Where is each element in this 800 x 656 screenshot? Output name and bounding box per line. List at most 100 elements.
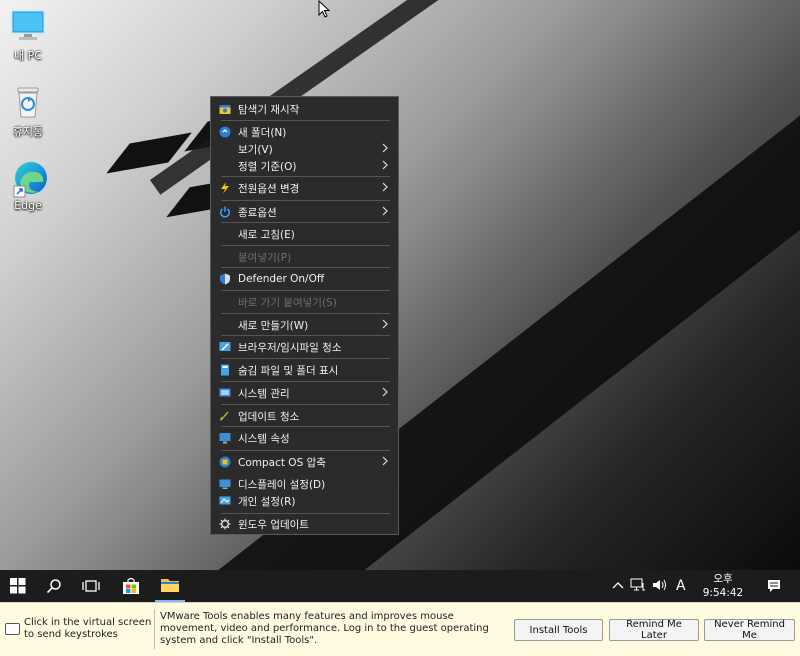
chevron-right-icon xyxy=(380,143,390,156)
desktop-icon-this-pc[interactable]: 내 PC xyxy=(0,8,56,63)
context-menu-item-label: 전원옵션 변경 xyxy=(238,182,300,195)
context-menu-item-label: 새로 만들기(W) xyxy=(238,319,309,332)
task-view-button[interactable] xyxy=(80,570,102,602)
menu-separator xyxy=(221,176,390,177)
chevron-right-icon xyxy=(380,160,390,173)
power-icon xyxy=(219,206,231,218)
explorer-restart-icon xyxy=(219,103,231,115)
context-menu-item: 바로 가기 붙여넣기(S) xyxy=(211,293,398,311)
empty-icon-slot xyxy=(219,319,231,331)
context-menu-item-label: 시스템 속성 xyxy=(238,432,290,445)
empty-icon-slot xyxy=(219,143,231,155)
file-explorer-button[interactable] xyxy=(155,570,185,602)
clock-time: 오후 9:54:42 xyxy=(702,573,744,599)
folder-icon xyxy=(161,579,179,592)
shield-icon xyxy=(219,273,231,285)
desktop-context-menu: 탐색기 재시작새 폴더(N) 보기(V) 정렬 기준(O) 전원옵션 변경종료옵션새로… xyxy=(210,96,399,535)
desktop-icon-label: 휴지통 xyxy=(12,125,44,138)
remind-me-later-button[interactable]: Remind Me Later xyxy=(609,619,699,641)
desktop-icon-label: Edge xyxy=(14,199,42,212)
network-icon[interactable] xyxy=(630,578,646,595)
chevron-right-icon xyxy=(380,182,390,195)
context-menu-item-label: 새로 고침(E) xyxy=(238,228,295,241)
menu-separator xyxy=(221,290,390,291)
empty-icon-slot xyxy=(219,296,231,308)
context-menu-item[interactable]: 전원옵션 변경 xyxy=(211,179,398,197)
start-button[interactable] xyxy=(4,570,32,602)
context-menu-item-label: 바로 가기 붙여넣기(S) xyxy=(238,296,337,309)
empty-icon-slot xyxy=(219,228,231,240)
never-remind-me-button[interactable]: Never Remind Me xyxy=(704,619,795,641)
context-menu-item[interactable]: 새 폴더(N) xyxy=(211,123,398,141)
empty-icon-slot xyxy=(219,160,231,172)
menu-separator xyxy=(221,222,390,223)
context-menu-item[interactable]: 보기(V) xyxy=(211,140,398,158)
menu-separator xyxy=(221,404,390,405)
vmware-hint-text: Click in the virtual screen to send keys… xyxy=(24,617,152,640)
lightning-icon xyxy=(219,182,231,194)
taskbar: A 오후 9:54:42 2022-02-05 xyxy=(0,570,800,613)
desktop[interactable]: 내 PC 휴지통 Edge 탐색기 재시작 새 폴더(N) 보기(V) 정렬 기… xyxy=(0,0,800,570)
context-menu-item-label: 디스플레이 설정(D) xyxy=(238,478,326,491)
context-menu-item[interactable]: 종료옵션 xyxy=(211,203,398,221)
context-menu-item-label: 탐색기 재시작 xyxy=(238,103,300,116)
search-icon xyxy=(46,579,61,594)
install-tools-button[interactable]: Install Tools xyxy=(514,619,603,641)
personalize-icon xyxy=(219,495,231,507)
context-menu-item-label: 붙여넣기(P) xyxy=(238,251,292,264)
context-menu-item[interactable]: 시스템 속성 xyxy=(211,429,398,447)
context-menu-item-label: 시스템 관리 xyxy=(238,387,290,400)
context-menu-item[interactable]: 새로 만들기(W) xyxy=(211,316,398,334)
desktop-icon-label: 내 PC xyxy=(14,49,42,62)
context-menu-item[interactable]: 새로 고침(E) xyxy=(211,225,398,243)
display-icon xyxy=(219,478,231,490)
mouse-cursor-icon xyxy=(318,0,331,21)
hidden-files-icon xyxy=(219,364,231,376)
context-menu-item[interactable]: 디스플레이 설정(D) xyxy=(211,475,398,493)
notification-icon xyxy=(768,580,780,592)
new-folder-icon xyxy=(219,126,231,138)
context-menu-item-label: Compact OS 압축 xyxy=(238,456,326,469)
desktop-icon-recycle-bin[interactable]: 휴지통 xyxy=(0,84,56,139)
vmware-tools-bar: Click in the virtual screen to send keys… xyxy=(0,602,800,656)
volume-icon[interactable] xyxy=(652,578,668,595)
gear-icon xyxy=(219,518,231,530)
context-menu-item[interactable]: Compact OS 압축 xyxy=(211,453,398,471)
context-menu-item-label: 브라우저/임시파일 청소 xyxy=(238,341,342,354)
task-view-icon xyxy=(82,580,100,592)
context-menu-item-label: 보기(V) xyxy=(238,143,273,156)
context-menu-item[interactable]: 탐색기 재시작 xyxy=(211,100,398,118)
context-menu-item[interactable]: 개인 설정(R) xyxy=(211,492,398,510)
menu-separator xyxy=(221,358,390,359)
store-icon xyxy=(123,577,139,594)
search-button[interactable] xyxy=(42,570,66,602)
context-menu-item[interactable]: 업데이트 청소 xyxy=(211,407,398,425)
context-menu-item[interactable]: 시스템 관리 xyxy=(211,384,398,402)
vmware-message: VMware Tools enables many features and i… xyxy=(160,611,489,646)
chevron-right-icon xyxy=(380,206,390,219)
keyboard-icon xyxy=(5,623,20,635)
context-menu-item-label: 종료옵션 xyxy=(238,206,277,219)
menu-separator xyxy=(221,313,390,314)
context-menu-item[interactable]: 윈도우 업데이트 xyxy=(211,515,398,533)
menu-separator xyxy=(221,245,390,246)
chevron-up-icon[interactable] xyxy=(612,579,624,593)
recycle-bin-icon xyxy=(10,84,46,120)
desktop-icon-edge[interactable]: Edge xyxy=(0,160,56,212)
context-menu-item[interactable]: 정렬 기준(O) xyxy=(211,157,398,175)
context-menu-item[interactable]: 숨김 파일 및 폴더 표시 xyxy=(211,361,398,379)
context-menu-item-label: 개인 설정(R) xyxy=(238,495,296,508)
context-menu-item-label: 업데이트 청소 xyxy=(238,410,300,423)
menu-separator xyxy=(221,267,390,268)
edge-icon xyxy=(10,160,47,198)
context-menu-item-label: 정렬 기준(O) xyxy=(238,160,297,173)
ime-indicator[interactable]: A xyxy=(676,578,686,594)
context-menu-item[interactable]: Defender On/Off xyxy=(211,270,398,288)
system-manage-icon xyxy=(219,387,231,399)
chevron-right-icon xyxy=(380,319,390,332)
system-tray: A xyxy=(612,570,686,602)
notification-center-button[interactable] xyxy=(760,570,788,602)
menu-separator xyxy=(221,200,390,201)
context-menu-item[interactable]: 브라우저/임시파일 청소 xyxy=(211,338,398,356)
store-button[interactable] xyxy=(118,570,144,602)
